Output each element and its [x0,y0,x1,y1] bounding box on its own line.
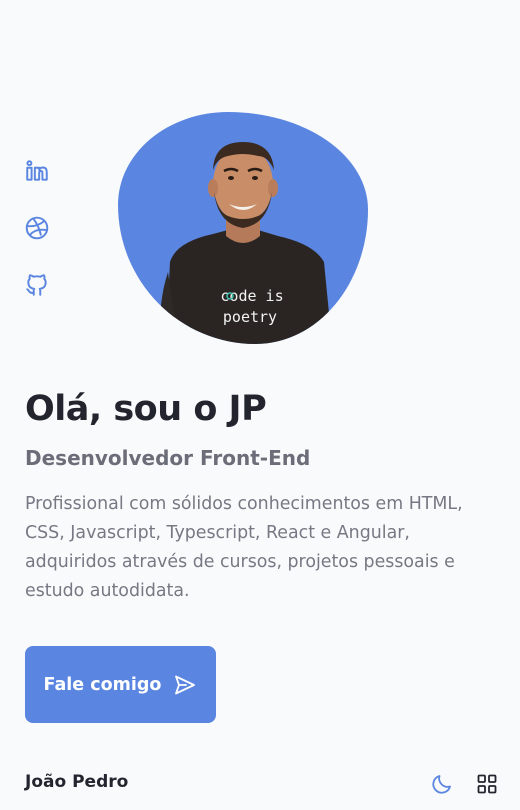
page-subtitle: Desenvolvedor Front-End [25,446,311,470]
home-page: code is poetry Olá, sou o JP Desenvolved… [0,0,520,810]
logo-name[interactable]: João Pedro [25,772,128,792]
avatar: code is poetry [159,142,332,344]
grid-menu-icon [477,774,497,794]
github-icon [26,274,47,296]
send-icon [175,675,196,694]
github-link[interactable] [24,272,52,302]
social-links [24,158,54,329]
contact-button[interactable]: Fale comigo [25,646,216,723]
linkedin-link[interactable] [24,158,52,188]
shirt-text-line1: code is [220,287,283,305]
dribbble-icon [25,216,49,240]
page-title: Olá, sou o JP [25,389,267,429]
linkedin-icon [26,160,48,181]
theme-toggle-button[interactable] [430,772,454,796]
moon-icon [432,775,451,794]
shirt-text-line2: poetry [223,308,277,326]
contact-button-label: Fale comigo [43,674,162,695]
profile-photo: code is poetry [118,112,368,344]
hero-description: Profissional com sólidos conhecimentos e… [25,494,463,601]
footer-bar: João Pedro [0,760,520,810]
menu-toggle-button[interactable] [475,772,499,796]
dribbble-link[interactable] [24,215,52,245]
